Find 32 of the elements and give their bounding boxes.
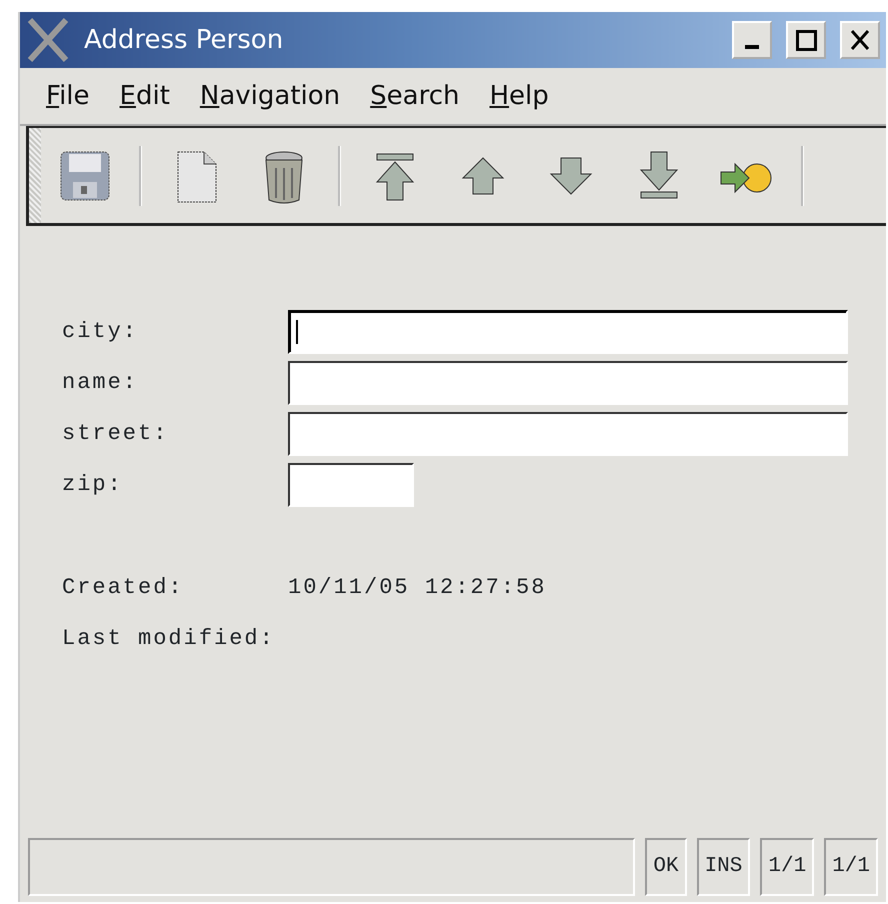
close-icon [851, 30, 869, 50]
minimize-button[interactable] [732, 21, 772, 59]
menu-item[interactable]: Search [358, 74, 472, 118]
info-label: Created: [62, 574, 185, 602]
input-field[interactable] [288, 462, 414, 506]
input-field[interactable] [288, 310, 848, 354]
status-panel: 1/1 [824, 838, 878, 896]
input-field[interactable] [288, 412, 848, 456]
app-logo-icon [26, 18, 70, 62]
menu-item[interactable]: Edit [108, 74, 182, 118]
input-field[interactable] [288, 360, 848, 404]
minimize-icon [745, 45, 759, 49]
info-value: 10/11/05 12:27:58 [288, 574, 546, 602]
toolbar-grip[interactable] [29, 128, 41, 223]
close-button[interactable] [840, 21, 880, 59]
maximize-icon [796, 30, 816, 50]
field-label: zip: [62, 471, 124, 499]
field-label: street: [62, 420, 170, 448]
status-panel: INS [696, 838, 750, 896]
status-panel: OK [645, 838, 687, 896]
toolbar-separator [801, 146, 804, 206]
window-title: Address Person [84, 24, 284, 56]
menu-item[interactable]: Navigation [188, 74, 352, 118]
field-label: name: [62, 369, 140, 397]
field-label: city: [62, 318, 140, 346]
toolbar-separator [139, 146, 142, 206]
status-panel: 1/1 [760, 838, 814, 896]
info-label: Last modified: [62, 625, 276, 653]
menu-item[interactable]: File [34, 74, 102, 118]
maximize-button[interactable] [786, 21, 826, 59]
menu-item[interactable]: Help [477, 74, 561, 118]
toolbar-separator [338, 146, 341, 206]
